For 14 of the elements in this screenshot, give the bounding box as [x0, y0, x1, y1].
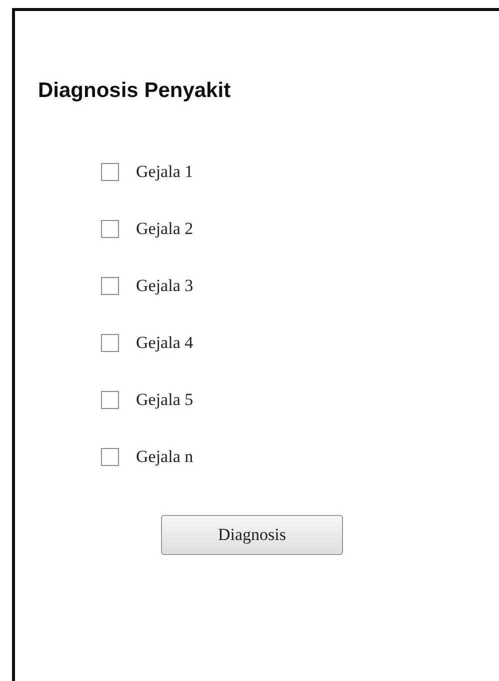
checkbox[interactable] [101, 448, 119, 466]
checkbox[interactable] [101, 390, 119, 408]
checkbox-label: Gejala 5 [136, 390, 194, 410]
checkbox-label: Gejala 4 [136, 332, 194, 352]
checkbox-label: Gejala n [136, 446, 194, 466]
checkbox[interactable] [101, 220, 119, 238]
diagnosis-button[interactable]: Diagnosis [161, 515, 343, 555]
checkbox-label: Gejala 1 [136, 162, 194, 182]
checkbox-label: Gejala 3 [136, 276, 194, 296]
checkbox[interactable] [101, 334, 119, 352]
checkbox[interactable] [101, 162, 119, 180]
checkbox[interactable] [101, 276, 119, 294]
page-title: Diagnosis Penyakit [38, 79, 231, 103]
checkbox-label: Gejala 2 [136, 218, 194, 238]
